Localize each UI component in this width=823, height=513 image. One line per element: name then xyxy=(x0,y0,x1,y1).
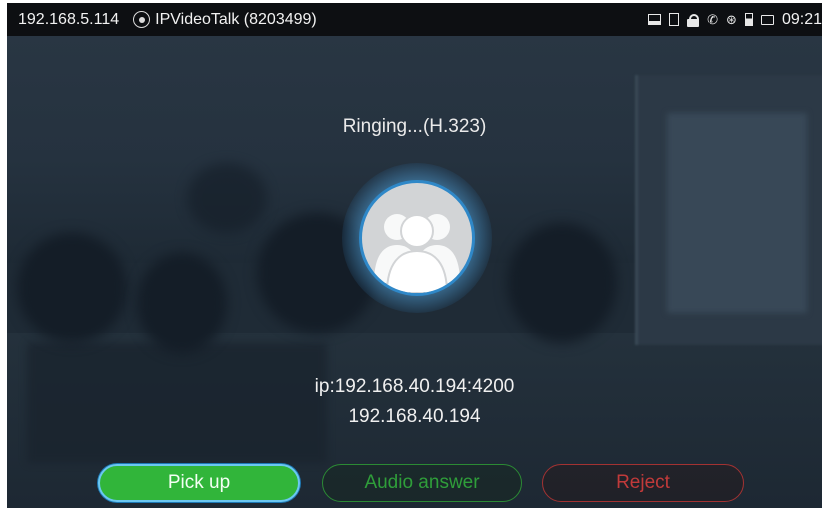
contact-avatar xyxy=(359,180,475,296)
display-icon xyxy=(648,14,662,25)
account-circle-icon xyxy=(133,11,151,28)
incoming-call-screen: 192.168.5.114 IPVideoTalk (8203499) ✆ ⊛ … xyxy=(7,3,822,508)
call-forward-icon: ✆ xyxy=(707,11,719,27)
clock: 09:21 xyxy=(781,10,822,28)
message-icon xyxy=(760,14,774,25)
device-ip: 192.168.5.114 xyxy=(18,10,120,28)
pick-up-button[interactable]: Pick up xyxy=(98,464,300,502)
bluetooth-icon: ⊛ xyxy=(726,11,737,27)
lock-icon xyxy=(687,13,700,27)
status-icons: ✆ ⊛ 09:21 xyxy=(648,3,822,36)
sd-card-icon xyxy=(669,13,680,26)
audio-answer-button[interactable]: Audio answer xyxy=(322,464,522,502)
remote-number: 192.168.40.194 xyxy=(348,406,481,427)
reject-button[interactable]: Reject xyxy=(542,464,744,502)
battery-icon xyxy=(744,13,753,26)
status-bar: 192.168.5.114 IPVideoTalk (8203499) ✆ ⊛ … xyxy=(7,3,822,36)
contact-group-icon xyxy=(374,214,460,293)
call-state: Ringing...(H.323) xyxy=(342,116,487,137)
remote-uri: ip:192.168.40.194:4200 xyxy=(314,376,515,397)
account-name: IPVideoTalk (8203499) xyxy=(155,10,317,28)
